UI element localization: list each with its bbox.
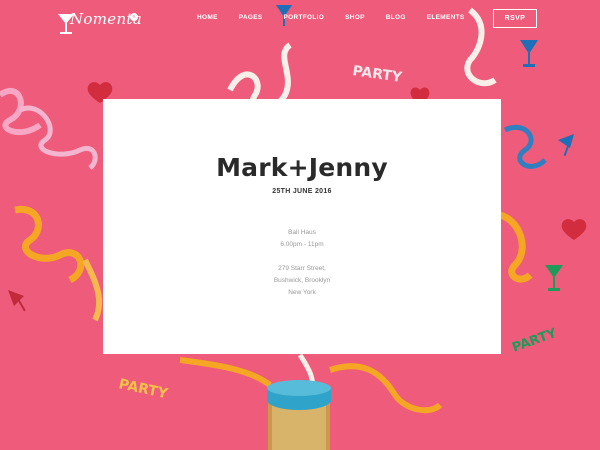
rsvp-button[interactable]: RSVP <box>493 9 537 28</box>
nav-item-portfolio[interactable]: PORTFOLIO <box>283 14 324 21</box>
nav-item-shop[interactable]: SHOP <box>345 14 365 21</box>
nav-item-home[interactable]: HOME <box>197 14 218 21</box>
invitation-card: Mark+Jenny 25TH JUNE 2016 Ball Haus 6.00… <box>103 99 501 354</box>
event-details: Ball Haus 6.00pm - 11pm 279 Starr Street… <box>103 227 501 299</box>
address-line-1: 279 Starr Street, <box>278 265 326 272</box>
couple-names: Mark+Jenny <box>216 153 388 182</box>
address-line-2: Bushwick, Brooklyn <box>273 277 331 284</box>
address-line-3: New York <box>288 289 316 296</box>
nav-item-pages[interactable]: PAGES <box>239 14 263 21</box>
main-nav: HOME PAGES PORTFOLIO SHOP BLOG ELEMENTS <box>197 14 486 21</box>
event-time: 6.00pm - 11pm <box>280 241 324 248</box>
nav-item-blog[interactable]: BLOG <box>386 14 406 21</box>
event-date: 25TH JUNE 2016 <box>272 188 332 195</box>
venue-name: Ball Haus <box>288 229 316 236</box>
nav-item-elements[interactable]: ELEMENTS <box>427 14 465 21</box>
brand-badge: ® <box>130 13 138 21</box>
